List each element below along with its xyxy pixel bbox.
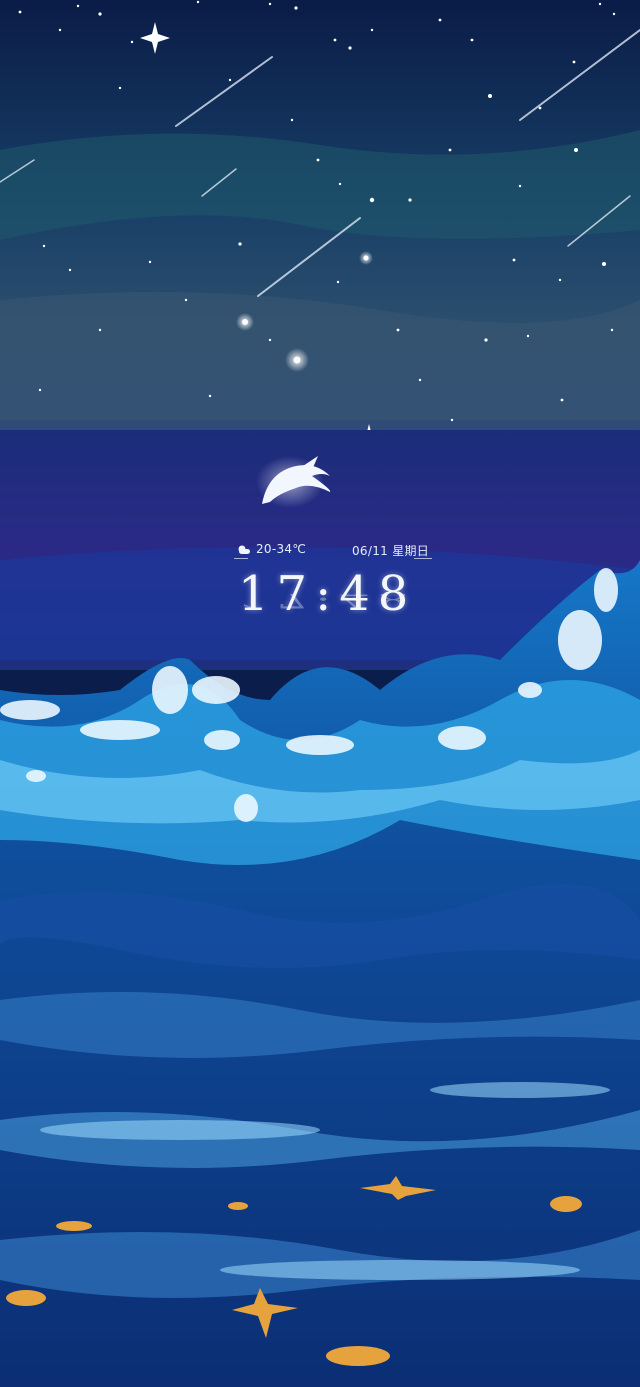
lockscreen: 20-34℃ 06/11 星期日 17:48 17:48: [0, 0, 640, 1387]
temperature-range: 20-34℃: [256, 542, 307, 556]
weather-date-row: 20-34℃ 06/11 星期日: [234, 542, 436, 560]
date-text: 06/11 星期日: [352, 544, 430, 558]
sun-cloud-icon: [238, 545, 250, 554]
clock-widget[interactable]: 20-34℃ 06/11 星期日 17:48 17:48: [0, 538, 640, 658]
divider: [414, 558, 432, 559]
wallpaper: [0, 0, 640, 1387]
clock-reflection: 17:48: [238, 594, 417, 614]
divider: [234, 558, 248, 559]
